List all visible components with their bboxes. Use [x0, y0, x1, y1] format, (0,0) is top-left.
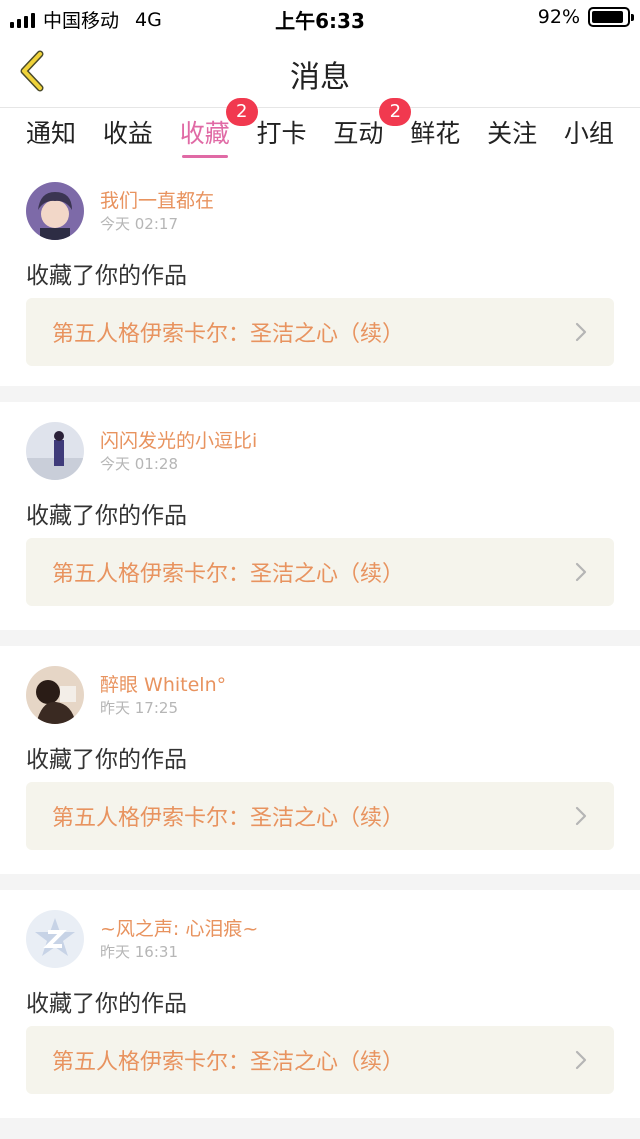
tab-3[interactable]: 打卡: [257, 108, 307, 162]
message-card: 醉眼 Whiteln° 昨天 17:25 收藏了你的作品第五人格伊索卡尔：圣洁之心（…: [0, 646, 640, 874]
status-right: 92%: [537, 6, 634, 28]
message-list: 我们一直都在 今天 02:17 收藏了你的作品 第五人格伊索卡尔：圣洁之心（续） 闪闪发…: [0, 162, 640, 1118]
work-link[interactable]: 第五人格伊索卡尔：圣洁之心（续）: [26, 1026, 614, 1094]
work-link[interactable]: 第五人格伊索卡尔：圣洁之心（续）: [26, 538, 614, 606]
username[interactable]: 醉眼 Whiteln°: [100, 672, 226, 698]
tab-label: 互动: [333, 119, 384, 148]
timestamp: 今天 02:17: [100, 215, 178, 233]
battery-icon: [588, 7, 634, 27]
nav-bar: 消息: [0, 34, 640, 108]
user-info: 醉眼 Whiteln° 昨天 17:25: [100, 672, 226, 718]
work-title: 第五人格伊索卡尔：圣洁之心（续）: [52, 806, 405, 831]
avatar[interactable]: [26, 666, 84, 724]
work-title: 第五人格伊索卡尔：圣洁之心（续）: [52, 562, 405, 587]
work-title: 第五人格伊索卡尔：圣洁之心（续）: [52, 1050, 405, 1075]
unread-badge: 2: [225, 98, 258, 126]
action-text: 收藏了你的作品: [26, 263, 187, 289]
user-info: 我们一直都在 今天 02:17: [100, 188, 214, 234]
work-title: 第五人格伊索卡尔：圣洁之心（续）: [52, 322, 405, 347]
action-text: 收藏了你的作品: [26, 747, 187, 773]
timestamp: 昨天 17:25: [100, 699, 178, 717]
avatar[interactable]: [26, 910, 84, 968]
message-header: 我们一直都在 今天 02:17: [26, 182, 214, 240]
tab-label: 鲜花: [410, 119, 461, 148]
status-bar: 中国移动 4G 上午6:33 92%: [0, 0, 640, 34]
tab-2[interactable]: 收藏 2: [179, 98, 258, 162]
work-link[interactable]: 第五人格伊索卡尔：圣洁之心（续）: [26, 298, 614, 366]
avatar[interactable]: [26, 182, 84, 240]
battery-fill: [592, 11, 624, 23]
user-info: 闪闪发光的小逗比i 今天 01:28: [100, 428, 257, 474]
message-card: ~风之声: 心泪痕~ 昨天 16:31 收藏了你的作品第五人格伊索卡尔：圣洁之心（续…: [0, 890, 640, 1118]
tab-1[interactable]: 收益: [103, 108, 153, 162]
message-header: 闪闪发光的小逗比i 今天 01:28: [26, 422, 257, 480]
user-info: ~风之声: 心泪痕~ 昨天 16:31: [100, 916, 258, 962]
chevron-right-icon: [575, 806, 587, 826]
tab-bar: 通知 收益 收藏 2 打卡 互动 2 鲜花 关注 小组: [0, 98, 640, 162]
tab-label: 收藏: [179, 119, 230, 148]
tab-7[interactable]: 小组: [564, 108, 614, 162]
tab-label: 关注: [487, 119, 538, 148]
page-title: 消息: [290, 60, 350, 95]
username[interactable]: ~风之声: 心泪痕~: [100, 916, 258, 942]
chevron-right-icon: [575, 1050, 587, 1070]
message-card: 闪闪发光的小逗比i 今天 01:28 收藏了你的作品第五人格伊索卡尔：圣洁之心（续）: [0, 402, 640, 630]
username[interactable]: 闪闪发光的小逗比i: [100, 428, 257, 454]
chevron-right-icon: [575, 322, 587, 342]
tab-label: 收益: [102, 119, 153, 148]
battery-percent: 92%: [537, 6, 580, 28]
avatar[interactable]: [26, 422, 84, 480]
tab-4[interactable]: 互动 2: [333, 98, 412, 162]
action-text: 收藏了你的作品: [26, 503, 187, 529]
timestamp: 昨天 16:31: [100, 943, 178, 961]
tab-label: 小组: [563, 119, 614, 148]
work-link[interactable]: 第五人格伊索卡尔：圣洁之心（续）: [26, 782, 614, 850]
tab-label: 通知: [26, 119, 77, 148]
tab-label: 打卡: [256, 119, 307, 148]
tab-0[interactable]: 通知: [26, 108, 76, 162]
timestamp: 今天 01:28: [100, 455, 178, 473]
message-card: 我们一直都在 今天 02:17 收藏了你的作品第五人格伊索卡尔：圣洁之心（续）: [0, 162, 640, 386]
message-header: 醉眼 Whiteln° 昨天 17:25: [26, 666, 226, 724]
tab-5[interactable]: 鲜花: [410, 108, 460, 162]
tab-6[interactable]: 关注: [487, 108, 537, 162]
username[interactable]: 我们一直都在: [100, 188, 214, 214]
message-header: ~风之声: 心泪痕~ 昨天 16:31: [26, 910, 258, 968]
unread-badge: 2: [379, 98, 412, 126]
action-text: 收藏了你的作品: [26, 991, 187, 1017]
chevron-right-icon: [575, 562, 587, 582]
